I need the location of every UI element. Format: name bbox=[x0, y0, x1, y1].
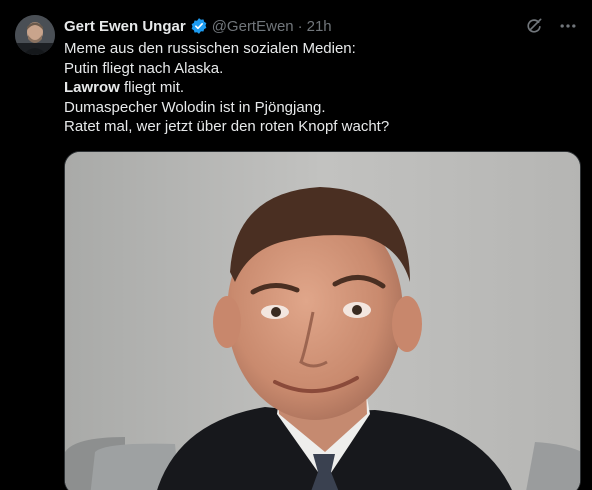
tweet-text-line: Lawrow fliegt mit. bbox=[64, 78, 574, 98]
tweet-text-line: Putin fliegt nach Alaska. bbox=[64, 59, 224, 77]
tweet-text: Meme aus den russischen sozialen Medien:… bbox=[64, 39, 574, 137]
tweet-text-line: Ratet mal, wer jetzt über den roten Knop… bbox=[64, 118, 390, 135]
separator-dot: · bbox=[297, 17, 303, 35]
tweet: Gert Ewen Ungar @GertEwen · 21h Meme aus… bbox=[0, 0, 592, 490]
author-handle[interactable]: @GertEwen bbox=[212, 18, 294, 35]
tweet-header: Gert Ewen Ungar @GertEwen · 21h bbox=[64, 15, 580, 37]
tweet-text-line: Meme aus den russischen sozialen Medien: bbox=[64, 40, 356, 57]
post-timestamp[interactable]: 21h bbox=[307, 18, 332, 35]
photo-illustration bbox=[65, 152, 580, 490]
tweet-text-fragment: fliegt mit. bbox=[119, 79, 185, 96]
avatar[interactable] bbox=[15, 15, 55, 55]
grok-icon[interactable] bbox=[524, 16, 544, 36]
verified-badge-icon bbox=[190, 17, 208, 35]
tweet-text-line: Dumaspecher Wolodin ist in Pjöngjang. bbox=[64, 98, 326, 116]
author-display-name[interactable]: Gert Ewen Ungar bbox=[64, 18, 186, 35]
tweet-media-photo[interactable] bbox=[64, 151, 581, 490]
tweet-actions bbox=[524, 16, 578, 36]
more-icon[interactable] bbox=[558, 16, 578, 36]
bold-mention: Lawrow bbox=[64, 79, 120, 96]
